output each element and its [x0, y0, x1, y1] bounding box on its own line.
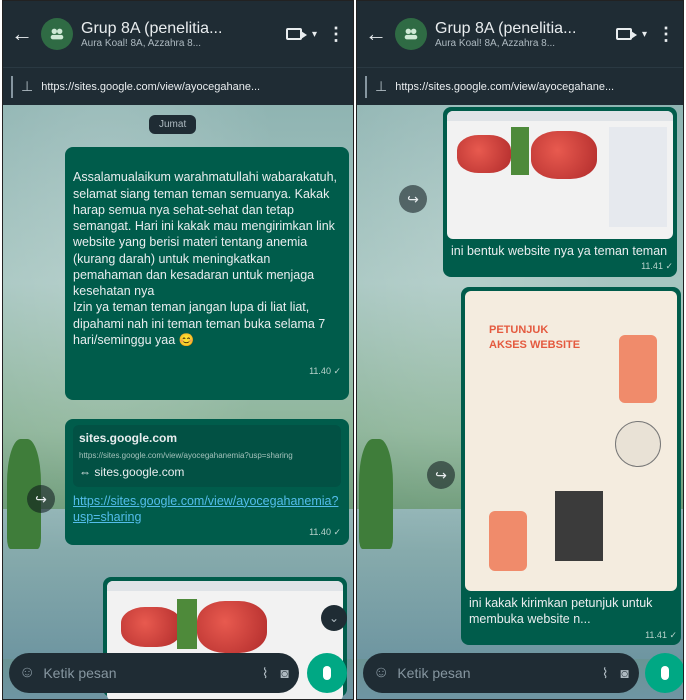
message-link[interactable]: https://sites.google.com/view/ayocegahan… — [73, 493, 341, 526]
camera-icon[interactable]: ◙ — [621, 665, 629, 681]
forward-icon[interactable]: ↪ — [427, 461, 455, 489]
message-input[interactable]: Ketik pesan — [397, 665, 589, 681]
image-caption: ini kakak kirimkan petunjuk untuk membuk… — [469, 596, 653, 627]
message-time: 11.40 ✓ — [309, 527, 341, 538]
more-options-icon[interactable]: ⋮ — [657, 24, 675, 45]
poster-hand-graphic — [615, 421, 661, 467]
group-name: Grup 8A (penelitia... — [81, 19, 223, 37]
poster-title: PETUNJUK AKSES WEBSITE — [489, 323, 580, 353]
image-sidebar — [609, 127, 667, 227]
mic-icon — [661, 666, 669, 680]
poster-phone-graphic — [489, 511, 527, 571]
message-text: Assalamualaikum warahmatullahi wabarakat… — [73, 170, 338, 347]
link-preview-title: sites.google.com — [79, 431, 178, 445]
mic-icon — [323, 666, 331, 680]
left-screenshot: ← Grup 8A (penelitia... Aura Koal! 8A, A… — [2, 0, 354, 700]
chat-area: ini bentuk website nya ya teman teman 11… — [357, 105, 683, 699]
image-meat — [121, 607, 181, 647]
chat-header: ← Grup 8A (penelitia... Aura Koal! 8A, A… — [3, 1, 353, 67]
mic-button[interactable] — [645, 653, 683, 693]
message-input-bar[interactable]: ☺ Ketik pesan ⌇ ◙ — [363, 653, 639, 693]
message-bubble[interactable]: Assalamualaikum warahmatullahi wabarakat… — [65, 147, 349, 401]
group-avatar[interactable] — [395, 18, 427, 50]
image-browser-bar — [447, 111, 673, 121]
right-screenshot: ← Grup 8A (penelitia... Aura Koal! 8A, A… — [356, 0, 684, 700]
guide-poster-image[interactable]: PETUNJUK AKSES WEBSITE — [465, 291, 677, 591]
poster-screen-graphic — [555, 491, 603, 561]
camera-icon[interactable]: ◙ — [281, 665, 289, 681]
wallpaper-tree — [359, 439, 393, 549]
link-preview-domain: ⇔ sites.google.com — [79, 464, 185, 479]
chat-area: Jumat Assalamualaikum warahmatullahi wab… — [3, 105, 353, 699]
emoji-icon[interactable]: ☺ — [373, 664, 389, 682]
back-arrow-icon[interactable]: ← — [365, 21, 391, 47]
pin-icon: ⊥ — [21, 78, 34, 94]
attach-icon[interactable]: ⌇ — [602, 665, 609, 682]
group-icon — [50, 28, 64, 40]
group-icon — [404, 28, 418, 40]
group-members: Aura Koal! 8A, Azzahra 8... — [435, 37, 556, 49]
website-screenshot-image[interactable] — [447, 111, 673, 239]
pin-divider — [11, 75, 13, 98]
image-browser-bar — [107, 581, 343, 591]
group-name: Grup 8A (penelitia... — [435, 19, 577, 37]
link-preview-desc: https://sites.google.com/view/ayocegahan… — [79, 450, 293, 460]
attach-icon[interactable]: ⌇ — [262, 665, 269, 682]
image-message-bubble[interactable]: ini bentuk website nya ya teman teman 11… — [443, 107, 677, 277]
pinned-bar[interactable]: ⊥ https://sites.google.com/view/ayocegah… — [357, 67, 683, 105]
emoji-icon[interactable]: ☺ — [19, 664, 35, 682]
image-meat — [457, 135, 511, 173]
more-options-icon[interactable]: ⋮ — [327, 24, 345, 45]
group-title-block[interactable]: Grup 8A (penelitia... Aura Koal! 8A, Azz… — [81, 20, 278, 49]
pin-divider — [365, 75, 367, 98]
video-call-button[interactable]: ▾ — [285, 28, 317, 40]
link-message-bubble[interactable]: sites.google.com https://sites.google.co… — [65, 419, 349, 545]
pinned-url[interactable]: https://sites.google.com/view/ayocegahan… — [395, 81, 614, 93]
image-message-bubble[interactable]: PETUNJUK AKSES WEBSITE ini kakak kirimka… — [461, 287, 681, 646]
group-avatar[interactable] — [41, 18, 73, 50]
image-meat — [531, 131, 597, 179]
message-time: 11.40 ✓ — [309, 366, 341, 377]
mic-button[interactable] — [307, 653, 347, 693]
back-arrow-icon[interactable]: ← — [11, 21, 37, 47]
image-greens — [177, 599, 197, 649]
poster-title-line: PETUNJUK — [489, 324, 549, 336]
poster-phone-graphic — [619, 335, 657, 403]
group-members: Aura Koal! 8A, Azzahra 8... — [81, 37, 202, 49]
pinned-bar[interactable]: ⊥ https://sites.google.com/view/ayocegah… — [3, 67, 353, 105]
pinned-url[interactable]: https://sites.google.com/view/ayocegahan… — [41, 81, 260, 93]
image-caption: ini bentuk website nya ya teman teman — [451, 244, 668, 258]
date-chip: Jumat — [149, 115, 197, 134]
video-call-button[interactable]: ▾ — [615, 28, 647, 40]
chevron-down-icon: ▾ — [641, 28, 647, 40]
message-input-bar[interactable]: ☺ Ketik pesan ⌇ ◙ — [9, 653, 299, 693]
chevron-down-icon: ▾ — [311, 28, 317, 40]
video-call-icon — [285, 28, 307, 40]
video-call-icon — [615, 28, 637, 40]
message-time: 11.41 ✓ — [645, 629, 677, 640]
link-preview[interactable]: sites.google.com https://sites.google.co… — [73, 425, 341, 487]
scroll-down-button[interactable]: ⌄ — [321, 605, 347, 631]
group-title-block[interactable]: Grup 8A (penelitia... Aura Koal! 8A, Azz… — [435, 20, 608, 49]
forward-icon[interactable]: ↪ — [27, 485, 55, 513]
message-time: 11.41 ✓ — [641, 261, 673, 272]
image-greens — [511, 127, 529, 175]
pin-icon: ⊥ — [375, 78, 388, 94]
poster-title-line: AKSES WEBSITE — [489, 338, 581, 351]
message-input[interactable]: Ketik pesan — [43, 665, 249, 681]
forward-icon[interactable]: ↪ — [399, 185, 427, 213]
chat-header: ← Grup 8A (penelitia... Aura Koal! 8A, A… — [357, 1, 683, 67]
image-meat — [197, 601, 267, 653]
